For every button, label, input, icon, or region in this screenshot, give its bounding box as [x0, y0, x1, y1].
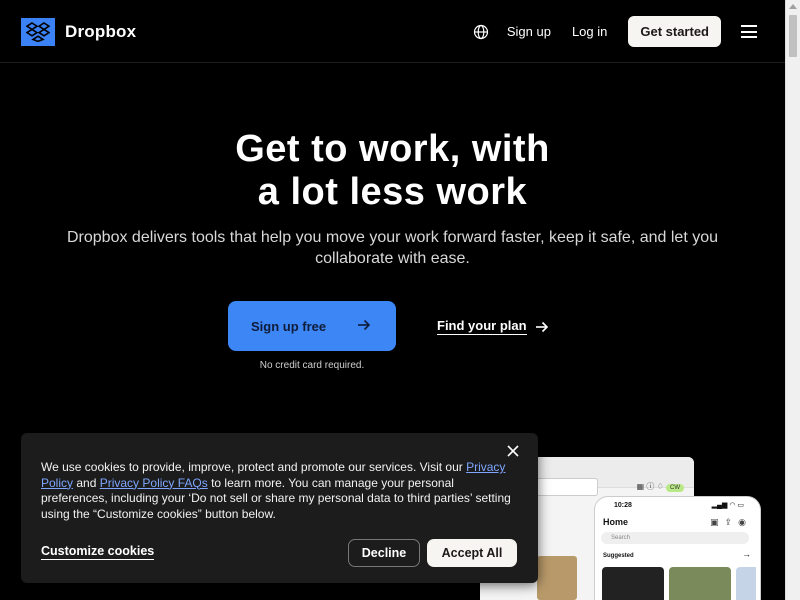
hero-title-line-1: Get to work, with — [235, 128, 550, 170]
scroll-up-icon[interactable] — [789, 4, 797, 9]
find-your-plan-label: Find your plan — [437, 318, 527, 335]
scrollbar-thumb[interactable] — [789, 15, 797, 57]
hamburger-menu-icon[interactable] — [741, 25, 757, 38]
arrow-right-icon — [358, 319, 371, 331]
cookie-text-part: and — [73, 475, 100, 490]
customize-cookies-link[interactable]: Customize cookies — [41, 544, 155, 560]
cookie-banner: We use cookies to provide, improve, prot… — [21, 433, 538, 583]
header-nav: Sign up Log in Get started — [473, 16, 757, 47]
page: Dropbox Sign up Log in Get started Get t… — [0, 0, 785, 600]
phone-time: 10:28 — [614, 502, 632, 509]
signup-free-button[interactable]: Sign up free — [228, 301, 396, 351]
brand-name: Dropbox — [65, 22, 137, 41]
no-credit-card-note: No credit card required. — [259, 360, 365, 371]
arrow-right-icon: → — [742, 549, 751, 559]
phone-thumbnail — [602, 567, 664, 600]
hero-subtitle: Dropbox delivers tools that help you mov… — [67, 229, 718, 267]
decline-button[interactable]: Decline — [348, 539, 420, 567]
accept-all-button[interactable]: Accept All — [427, 539, 517, 567]
find-your-plan-link[interactable]: Find your plan — [437, 318, 549, 335]
preview-photo — [537, 556, 577, 600]
phone-search-input: Search — [601, 532, 749, 544]
hero-title: Get to work, with a lot less work — [0, 128, 785, 214]
cookie-message: We use cookies to provide, improve, prot… — [41, 460, 511, 522]
phone-status-icons: ▂▄▆ ◠ ▭ — [711, 502, 744, 509]
dropbox-logo-icon — [21, 18, 55, 46]
signup-free-label: Sign up free — [251, 318, 327, 334]
arrow-right-icon — [535, 321, 548, 332]
close-icon[interactable] — [506, 444, 520, 458]
avatar: CW — [666, 484, 684, 492]
hero-title-line-2: a lot less work — [257, 171, 528, 213]
signup-link[interactable]: Sign up — [507, 24, 551, 39]
phone-header-icons: ▣⇪◉ — [710, 517, 752, 527]
login-link[interactable]: Log in — [572, 24, 607, 39]
phone-home-title: Home — [603, 517, 629, 527]
cookie-text-part: We use cookies to provide, improve, prot… — [41, 460, 467, 474]
page-scrollbar[interactable] — [785, 0, 800, 600]
preview-toolbar-icons: ▦ ⓘ ♢ CW — [637, 481, 684, 492]
privacy-policy-faqs-link[interactable]: Privacy Policy FAQs — [100, 476, 208, 490]
globe-icon[interactable] — [473, 24, 489, 40]
mobile-app-preview: 10:28 ▂▄▆ ◠ ▭ Home ▣⇪◉ Search Suggested … — [594, 496, 761, 600]
get-started-button[interactable]: Get started — [628, 16, 721, 47]
phone-thumbnail — [736, 567, 756, 600]
phone-thumbnail — [669, 567, 731, 600]
site-header: Dropbox Sign up Log in Get started — [0, 0, 785, 63]
preview-search-box — [530, 478, 598, 496]
dropbox-glyph-icon — [26, 22, 50, 42]
phone-suggested-label: Suggested — [603, 553, 634, 559]
dropbox-logo-link[interactable]: Dropbox — [21, 18, 136, 46]
